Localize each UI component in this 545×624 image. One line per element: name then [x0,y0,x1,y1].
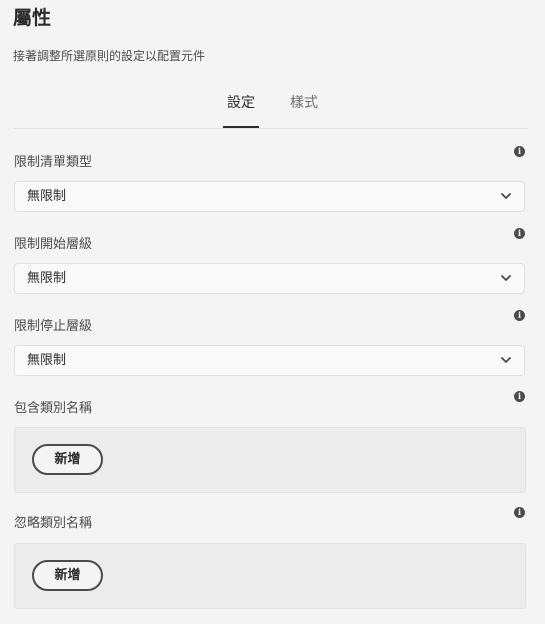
info-icon[interactable]: i [514,310,525,321]
info-icon[interactable]: i [514,228,525,239]
start-level-value: 無限制 [27,271,67,286]
include-names-multifield: 新增 [14,427,526,493]
start-level-select[interactable]: 無限制 [14,263,525,294]
tab-styles[interactable]: 樣式 [284,86,324,128]
chevron-down-icon [501,275,511,281]
page-title: 屬性 [13,7,52,29]
ignore-names-label: 忽略類別名稱 [14,516,93,531]
stop-level-label: 限制停止層級 [14,319,93,334]
list-type-label: 限制清單類型 [14,155,93,170]
list-type-value: 無限制 [27,189,67,204]
tab-settings[interactable]: 設定 [223,86,259,128]
info-icon[interactable]: i [514,146,525,157]
start-level-label: 限制開始層級 [14,237,93,252]
chevron-down-icon [501,193,511,199]
stop-level-value: 無限制 [27,353,67,368]
tab-bar: 設定 樣式 [14,86,528,129]
list-type-select[interactable]: 無限制 [14,181,525,212]
ignore-names-add-button[interactable]: 新增 [32,560,103,591]
info-icon[interactable]: i [514,507,525,518]
stop-level-select[interactable]: 無限制 [14,345,525,376]
info-icon[interactable]: i [514,391,525,402]
page-description: 接著調整所選原則的設定以配置元件 [13,49,206,63]
include-names-label: 包含類別名稱 [14,401,93,416]
chevron-down-icon [501,357,511,363]
ignore-names-multifield: 新增 [14,543,526,609]
include-names-add-button[interactable]: 新增 [32,444,103,475]
